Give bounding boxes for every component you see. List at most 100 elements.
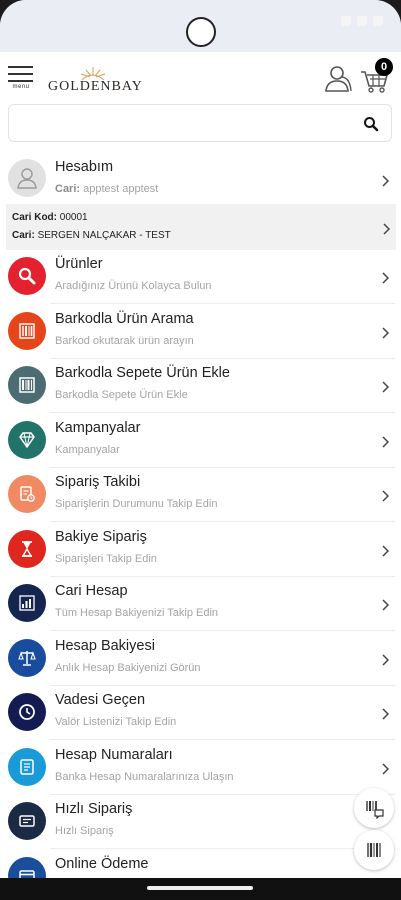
menu-item-subtitle: Valör Listenizi Takip Edin — [55, 716, 177, 728]
clock-icon — [19, 704, 35, 720]
chevron-right-icon — [382, 599, 389, 611]
account-subtitle-label: Cari: — [55, 183, 81, 195]
chevron-right-icon — [382, 272, 389, 284]
menu-item-subtitle: Hızlı Sipariş — [55, 825, 114, 837]
menu-item-barkodla-urun-arama[interactable]: Barkodla Ürün Arama Barkod okutarak ürün… — [0, 305, 401, 359]
chevron-right-icon — [382, 435, 389, 448]
menu-item-subtitle: Anlık Hesap Bakiyenizi Görün — [55, 661, 201, 674]
cari-info-box[interactable]: Cari Kod: 00001 Cari: SERGEN NALÇAKAR - … — [6, 204, 396, 250]
menu-item-title: Vadesi Geçen — [55, 692, 146, 708]
menu-item-kampanyalar[interactable]: Kampanyalar Kampanyalar — [0, 414, 401, 468]
brand-name: GOLDENBAY — [48, 79, 143, 94]
menu-item-cari-hesap[interactable]: Cari Hesap Tüm Hesap Bakiyenizi Takip Ed… — [0, 577, 401, 631]
search-icon — [18, 267, 36, 285]
bank-account-icon — [20, 758, 34, 775]
menu-item-title: Ürünler — [55, 256, 103, 272]
menu-item-hesap-numaralari[interactable]: Hesap Numaraları Banka Hesap Numaraların… — [0, 741, 401, 795]
menu-item-title: Online Ödeme — [55, 855, 149, 872]
menu-item-hesap-bakiyesi[interactable]: Hesap Bakiyesi Anlık Hesap Bakiyenizi Gö… — [0, 632, 401, 686]
home-gesture-handle[interactable] — [147, 886, 253, 890]
barcode-scan-fab[interactable] — [354, 830, 394, 870]
menu-item-vadesi-gecen[interactable]: Vadesi Geçen Valör Listenizi Takip Edin — [0, 686, 401, 740]
menu-item-circle — [8, 529, 46, 568]
order-tracking-icon — [20, 486, 35, 502]
menu-item-title: Barkodla Ürün Arama — [55, 310, 194, 327]
menu-item-circle — [8, 638, 46, 677]
hamburger-icon — [8, 66, 33, 68]
wifi-icon — [341, 16, 351, 26]
menu-item-bakiye-siparis[interactable]: Bakiye Sipariş Siparişleri Takip Edin — [0, 523, 401, 577]
menu-button[interactable]: menu — [8, 64, 34, 92]
barcode-search-icon — [19, 322, 35, 339]
cari-name-value: SERGEN NALÇAKAR - TEST — [37, 230, 171, 241]
status-icons — [341, 16, 383, 26]
search-input[interactable] — [17, 111, 351, 137]
bar-chart-icon — [19, 595, 35, 611]
cart-count-badge: 0 — [375, 58, 393, 76]
menu-item-subtitle: Siparişleri Takip Edin — [55, 552, 157, 565]
signal-icon — [357, 16, 367, 26]
cari-code-value: 00001 — [59, 212, 88, 223]
chevron-right-icon — [382, 326, 389, 339]
menu-item-circle — [8, 366, 46, 404]
menu-item-siparis-takibi[interactable]: Sipariş Takibi Siparişlerin Durumunu Tak… — [0, 468, 401, 522]
hourglass-icon — [21, 540, 33, 557]
search-icon[interactable] — [363, 116, 379, 132]
menu-item-circle — [8, 420, 46, 459]
menu-item-title: Cari Hesap — [55, 583, 128, 599]
cari-code-line: Cari Kod: 00001 — [12, 212, 88, 223]
menu-item-subtitle: Siparişlerin Durumunu Takip Edin — [55, 498, 218, 510]
chevron-right-icon — [382, 175, 389, 187]
cari-code-label: Cari Kod: — [12, 212, 57, 223]
brand-logo[interactable]: GOLDENBAY — [48, 64, 148, 98]
quick-order-icon — [19, 815, 35, 827]
barcode-message-icon — [366, 801, 384, 819]
battery-icon — [373, 16, 383, 26]
account-subtitle-value: apptest apptest — [83, 183, 159, 195]
app-screen: menu GOLDENBAY 0 Hesabım Cari: apptest a… — [0, 0, 401, 900]
menu-item-subtitle: Barkod okutarak ürün arayın — [55, 334, 194, 347]
menu-item-hizli-siparis[interactable]: Hızlı Sipariş Hızlı Sipariş — [0, 795, 401, 849]
chevron-right-icon — [383, 223, 390, 235]
menu-item-title: Bakiye Sipariş — [55, 528, 147, 545]
chevron-right-icon — [382, 708, 389, 720]
menu-item-subtitle: Aradığınız Ürünü Kolayca Bulun — [55, 280, 212, 292]
menu-item-circle — [8, 475, 46, 513]
user-group-icon[interactable] — [324, 64, 352, 94]
chevron-right-icon — [382, 762, 389, 775]
menu-item-title: Hesap Numaraları — [55, 746, 173, 763]
menu-item-subtitle: Kampanyalar — [55, 443, 120, 456]
menu-item-title: Sipariş Takibi — [55, 474, 141, 490]
cari-name-label: Cari: — [12, 230, 35, 241]
camera-cutout — [186, 17, 216, 47]
barcode-chat-fab[interactable] — [354, 788, 394, 828]
chevron-right-icon — [382, 653, 389, 666]
menu-item-title: Barkodla Sepete Ürün Ekle — [55, 365, 230, 381]
menu-item-circle — [8, 802, 46, 840]
menu-item-circle — [8, 693, 46, 731]
search-bar — [8, 104, 392, 142]
diamond-icon — [19, 431, 35, 448]
menu-item-barkodla-sepete-urun-ekle[interactable]: Barkodla Sepete Ürün Ekle Barkodla Sepet… — [0, 359, 401, 413]
scale-icon — [18, 650, 36, 666]
hamburger-icon-line — [8, 73, 33, 75]
menu-item-urunler[interactable]: Ürünler Aradığınız Ürünü Kolayca Bulun — [0, 250, 401, 304]
menu-item-subtitle: Banka Hesap Numaralarınıza Ulaşın — [55, 770, 234, 783]
menu-item-circle — [8, 584, 46, 622]
menu-item-circle — [8, 311, 46, 350]
menu-item-subtitle: Tüm Hesap Bakiyenizi Takip Edin — [55, 607, 219, 619]
chevron-right-icon — [382, 490, 389, 502]
cari-name-line: Cari: SERGEN NALÇAKAR - TEST — [12, 230, 171, 241]
hamburger-icon-line — [8, 80, 33, 82]
chevron-right-icon — [382, 381, 389, 393]
chevron-right-icon — [382, 544, 389, 557]
menu-item-title: Hesap Bakiyesi — [55, 637, 155, 654]
account-subtitle: Cari: apptest apptest — [55, 183, 158, 195]
menu-item-circle — [8, 257, 46, 295]
user-icon — [17, 168, 37, 189]
menu-item-title: Kampanyalar — [55, 419, 141, 436]
account-row[interactable]: Hesabım Cari: apptest apptest — [0, 153, 401, 205]
barcode-icon — [19, 377, 35, 393]
menu-item-title: Hızlı Sipariş — [55, 801, 133, 817]
menu-label: menu — [12, 84, 30, 90]
